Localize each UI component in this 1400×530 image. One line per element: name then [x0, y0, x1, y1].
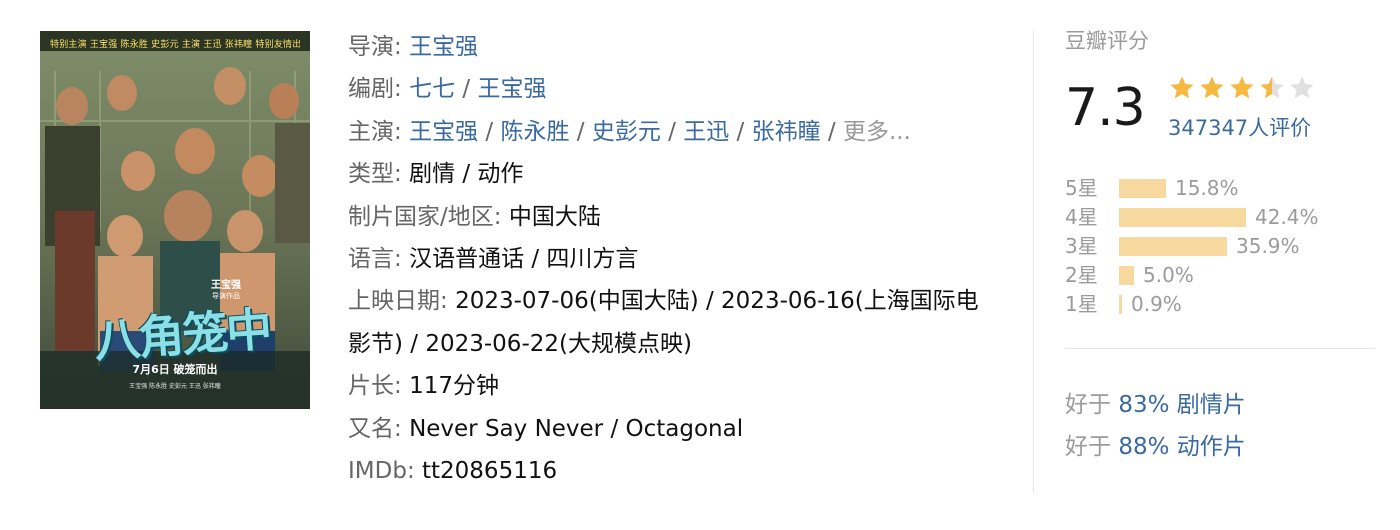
rating-bar-row: 3星 35.9% [1065, 232, 1385, 261]
rating-bar-label: 4星 [1065, 205, 1098, 229]
rating-bar-percent: 0.9% [1131, 292, 1182, 316]
cast-link[interactable]: 王宝强 [409, 119, 478, 145]
cast-link[interactable]: 张祎瞳 [752, 119, 821, 145]
better-than-prefix: 好于 [1065, 434, 1111, 460]
rating-stars [1168, 74, 1316, 106]
poster-release-line: 7月6日 破笼而出 [132, 363, 218, 376]
writer-link[interactable]: 七七 [409, 76, 455, 102]
better-than-pct-link[interactable]: 83% [1118, 392, 1169, 418]
rating-bar-fill [1119, 237, 1227, 256]
rating-bar-percent: 35.9% [1236, 234, 1300, 258]
rating-bar-label: 2星 [1065, 263, 1098, 287]
rating-bar-row: 5星 15.8% [1065, 174, 1385, 203]
rating-bar-fill [1119, 266, 1134, 285]
star-full-icon [1170, 76, 1194, 99]
rating-bar-fill [1119, 208, 1246, 227]
info-cast-row: 主演: 王宝强 / 陈永胜 / 史彭元 / 王迅 / 张祎瞳 / 更多... [348, 118, 911, 145]
info-country-row: 制片国家/地区: 中国大陆 [348, 203, 601, 230]
rating-bar-row: 1星 0.9% [1065, 290, 1385, 319]
info-genre-row: 类型: 剧情 / 动作 [348, 161, 524, 188]
cast-more-link[interactable]: 更多... [843, 119, 911, 145]
poster-director-name: 王宝强 [211, 280, 241, 291]
info-label: 上映日期 [348, 288, 440, 315]
cast-link[interactable]: 陈永胜 [500, 119, 569, 145]
better-than-prefix: 好于 [1065, 392, 1111, 418]
rating-bar-row: 4星 42.4% [1065, 203, 1385, 232]
info-imdb-row: IMDb: tt20865116 [348, 458, 558, 485]
runtime-value: 117分钟 [409, 373, 499, 400]
info-label: 主演 [348, 118, 394, 145]
director-link[interactable]: 王宝强 [409, 34, 478, 60]
info-label: 编剧 [348, 76, 394, 103]
rating-panel: 豆瓣评分 7.3 347347人评价 5星 15.8% 4星 42.4% 3星 … [1065, 26, 1395, 316]
rating-bar-percent: 5.0% [1143, 263, 1194, 287]
poster-fine-print: 王宝强 陈永胜 史彭元 王迅 张祎瞳 [129, 383, 221, 390]
country-value: 中国大陆 [508, 203, 601, 230]
poster-title-art: 八角笼中 [92, 301, 272, 369]
rating-bar-row: 2星 5.0% [1065, 261, 1385, 290]
better-than-pct-link[interactable]: 88% [1118, 434, 1169, 460]
imdb-value: tt20865116 [422, 458, 558, 485]
info-label: 语言 [348, 246, 394, 273]
cast-link[interactable]: 史彭元 [592, 119, 661, 145]
language-value: 汉语普通话 / 四川方言 [409, 246, 639, 273]
horizontal-divider [1065, 348, 1375, 349]
aka-value: Never Say Never / Octagonal [409, 415, 744, 442]
rating-bar-label: 5星 [1065, 176, 1098, 200]
info-release-row: 上映日期: 2023-07-06(中国大陆) / 2023-06-16(上海国际… [348, 288, 979, 357]
genre-value: 剧情 / 动作 [409, 161, 524, 188]
info-label: 导演 [348, 34, 394, 60]
rating-title: 豆瓣评分 [1065, 29, 1149, 53]
star-half-icon [1260, 76, 1284, 99]
info-label: IMDb [348, 458, 407, 485]
info-label: 片长 [348, 373, 394, 400]
info-label: 又名 [348, 415, 394, 442]
info-language-row: 语言: 汉语普通话 / 四川方言 [348, 246, 639, 273]
vertical-divider [1033, 31, 1034, 493]
star-full-icon [1200, 76, 1224, 99]
rating-bar-percent: 15.8% [1175, 176, 1239, 200]
writer-link[interactable]: 王宝强 [477, 76, 546, 102]
info-label: 制片国家/地区 [348, 203, 494, 230]
poster-credits: 特别主演 王宝强 陈永胜 史彭元 主演 王迅 张祎瞳 特别友情出演 肖央 刘桦 [50, 40, 300, 50]
rating-bar-label: 1星 [1065, 292, 1098, 316]
better-than-list: 好于 83% 剧情片 好于 88% 动作片 [1065, 384, 1246, 468]
cast-link[interactable]: 王迅 [683, 119, 729, 145]
info-aka-row: 又名: Never Say Never / Octagonal [348, 415, 744, 442]
rating-score: 7.3 [1065, 78, 1146, 138]
movie-poster[interactable]: 特别主演 王宝强 陈永胜 史彭元 主演 王迅 张祎瞳 特别友情出演 肖央 刘桦 … [40, 31, 310, 409]
movie-info: 导演: 王宝强 编剧: 七七 / 王宝强 主演: 王宝强 / 陈永胜 / 史彭元… [348, 26, 998, 492]
better-than-item: 好于 83% 剧情片 [1065, 384, 1246, 426]
info-director-row: 导演: 王宝强 [348, 34, 479, 60]
better-than-genre-link[interactable]: 剧情片 [1177, 392, 1246, 418]
better-than-item: 好于 88% 动作片 [1065, 426, 1246, 468]
info-writer-row: 编剧: 七七 / 王宝强 [348, 76, 547, 103]
rating-bar-fill [1119, 295, 1122, 314]
rating-bar-percent: 42.4% [1255, 205, 1319, 229]
rating-bar-fill [1119, 179, 1166, 198]
star-full-icon [1230, 76, 1254, 99]
better-than-genre-link[interactable]: 动作片 [1177, 434, 1246, 460]
star-empty-icon [1290, 76, 1314, 99]
rating-bar-label: 3星 [1065, 234, 1098, 258]
info-runtime-row: 片长: 117分钟 [348, 373, 499, 400]
info-label: 类型 [348, 161, 394, 188]
rating-count-link[interactable]: 347347人评价 [1168, 114, 1311, 142]
